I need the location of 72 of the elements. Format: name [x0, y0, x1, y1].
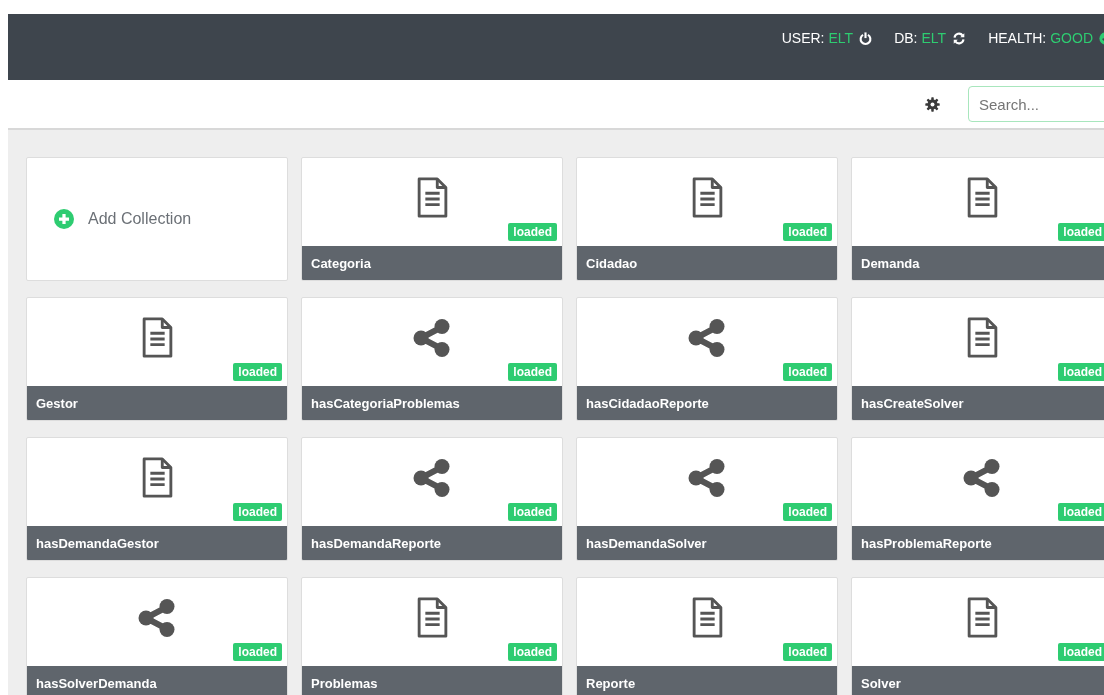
status-badge: loaded — [508, 503, 557, 521]
collection-name: hasDemandaSolver — [577, 526, 837, 560]
collection-name: hasDemandaReporte — [302, 526, 562, 560]
document-icon — [690, 177, 724, 219]
status-badge: loaded — [1058, 223, 1104, 241]
status-badge: loaded — [783, 503, 832, 521]
status-value: GOOD — [1050, 30, 1093, 46]
refresh-icon[interactable] — [952, 31, 967, 45]
status-badge: loaded — [508, 223, 557, 241]
document-icon — [965, 177, 999, 219]
collection-card[interactable]: loaded hasDemandaGestor — [26, 437, 288, 561]
document-icon — [965, 597, 999, 639]
document-icon — [140, 317, 174, 359]
status-badge: loaded — [783, 363, 832, 381]
collection-name: Problemas — [302, 666, 562, 695]
collection-name: hasSolverDemanda — [27, 666, 287, 695]
collection-card[interactable]: loaded Reporte — [576, 577, 838, 695]
share-icon — [687, 458, 727, 498]
status-badge: loaded — [1058, 363, 1104, 381]
status-value: ELT — [921, 30, 947, 46]
collection-card[interactable]: loaded Solver — [851, 577, 1104, 695]
share-icon — [687, 318, 727, 358]
collection-name: hasCreateSolver — [852, 386, 1104, 420]
search-field[interactable]: Search... — [968, 86, 1104, 122]
collection-card[interactable]: loaded hasProblemaReporte — [851, 437, 1104, 561]
status-badge: loaded — [233, 643, 282, 661]
status-badge: loaded — [1058, 503, 1104, 521]
document-icon — [415, 177, 449, 219]
collection-card[interactable]: loaded hasCategoriaProblemas — [301, 297, 563, 421]
document-icon — [140, 457, 174, 499]
status-badge: loaded — [783, 223, 832, 241]
share-icon — [137, 598, 177, 638]
share-icon — [962, 458, 1002, 498]
status-value: ELT — [828, 30, 854, 46]
collection-name: hasProblemaReporte — [852, 526, 1104, 560]
status-label: HEALTH: — [988, 30, 1047, 46]
power-icon[interactable] — [859, 31, 873, 45]
collection-name: Solver — [852, 666, 1104, 695]
collection-card[interactable]: loaded Cidadao — [576, 157, 838, 281]
collection-card[interactable]: loaded Categoria — [301, 157, 563, 281]
collection-card[interactable]: loaded hasCreateSolver — [851, 297, 1104, 421]
share-icon — [412, 318, 452, 358]
status-label: DB: — [894, 30, 918, 46]
collection-card[interactable]: loaded hasDemandaReporte — [301, 437, 563, 561]
plus-circle-icon — [54, 209, 74, 229]
add-collection-card[interactable]: Add Collection — [26, 157, 288, 281]
document-icon — [415, 597, 449, 639]
collection-name: hasCidadaoReporte — [577, 386, 837, 420]
collection-name: Reporte — [577, 666, 837, 695]
status-badge: loaded — [783, 643, 832, 661]
collection-card[interactable]: loaded Demanda — [851, 157, 1104, 281]
collection-card[interactable]: loaded hasCidadaoReporte — [576, 297, 838, 421]
document-icon — [965, 317, 999, 359]
status-badge: loaded — [1058, 643, 1104, 661]
status-badge: loaded — [233, 363, 282, 381]
collection-card[interactable]: loaded Gestor — [26, 297, 288, 421]
collection-card[interactable]: loaded hasDemandaSolver — [576, 437, 838, 561]
status-label: USER: — [781, 30, 825, 46]
collection-name: hasDemandaGestor — [27, 526, 287, 560]
status-badge: loaded — [508, 363, 557, 381]
status-badge: loaded — [508, 643, 557, 661]
collection-name: Cidadao — [577, 246, 837, 280]
collection-name: Gestor — [27, 386, 287, 420]
collection-name: Categoria — [302, 246, 562, 280]
settings-icon[interactable] — [925, 96, 940, 112]
share-icon — [412, 458, 452, 498]
collection-card[interactable]: loaded hasSolverDemanda — [26, 577, 288, 695]
collection-name: Demanda — [852, 246, 1104, 280]
status-badge: loaded — [233, 503, 282, 521]
collection-card[interactable]: loaded Problemas — [301, 577, 563, 695]
document-icon — [690, 597, 724, 639]
collection-name: hasCategoriaProblemas — [302, 386, 562, 420]
